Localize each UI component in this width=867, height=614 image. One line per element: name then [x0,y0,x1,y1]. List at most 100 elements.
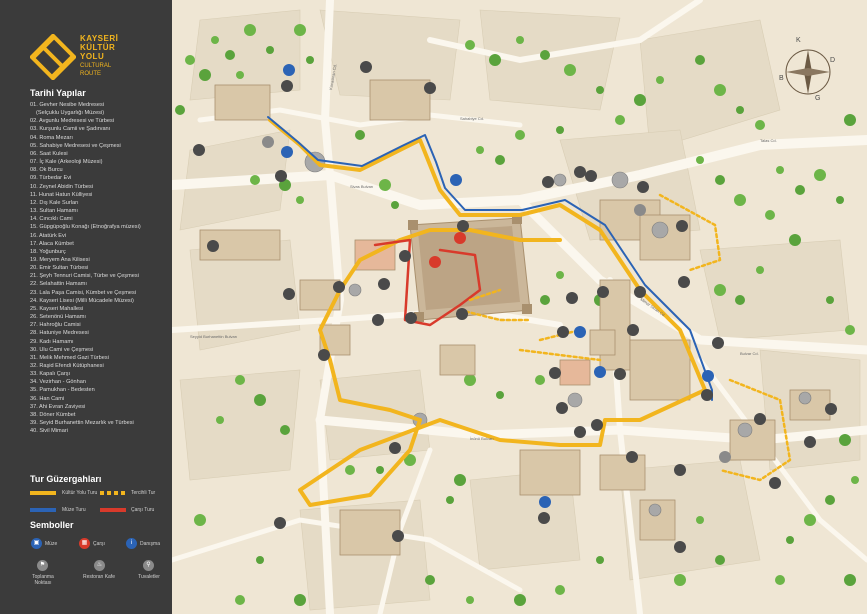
site-marker-badge[interactable] [392,530,404,542]
site-marker-badge[interactable] [566,292,578,304]
toilet-icon[interactable] [262,136,274,148]
site-marker[interactable] [378,278,390,290]
site-marker-badge[interactable] [637,181,649,193]
museum-icon[interactable] [283,64,295,76]
site-marker-badge[interactable] [769,477,781,489]
site-marker-badge[interactable] [542,176,554,188]
site-marker[interactable] [193,144,205,156]
site-marker-badge[interactable] [676,220,688,232]
site-marker[interactable] [557,326,569,338]
site-marker[interactable] [804,436,816,448]
site-marker-badge[interactable] [574,426,586,438]
site-marker-badge[interactable] [626,451,638,463]
bazaar-icon[interactable] [429,256,441,268]
site-marker[interactable] [542,176,554,188]
site-marker-badge[interactable] [457,220,469,232]
site-marker-badge[interactable] [574,166,586,178]
site-marker-badge[interactable] [678,276,690,288]
site-marker[interactable] [389,442,401,454]
site-marker-badge[interactable] [591,419,603,431]
site-marker[interactable] [678,276,690,288]
site-marker-badge[interactable] [281,80,293,92]
site-marker[interactable] [556,402,568,414]
museum-icon[interactable] [574,326,586,338]
site-marker-badge[interactable] [275,170,287,182]
site-marker-badge[interactable] [399,250,411,262]
museum-icon[interactable] [594,366,606,378]
site-marker[interactable] [281,80,293,92]
site-marker[interactable] [283,288,295,300]
site-marker-badge[interactable] [674,541,686,553]
site-marker[interactable] [674,541,686,553]
site-marker[interactable] [674,464,686,476]
site-marker[interactable] [538,512,550,524]
site-marker-badge[interactable] [538,512,550,524]
site-marker-badge[interactable] [585,170,597,182]
site-marker[interactable] [701,389,713,401]
site-marker-badge[interactable] [456,308,468,320]
info-icon[interactable] [450,174,462,186]
site-marker[interactable] [769,477,781,489]
site-marker-badge[interactable] [614,368,626,380]
site-marker[interactable] [275,170,287,182]
site-marker-badge[interactable] [674,464,686,476]
site-marker-badge[interactable] [597,286,609,298]
site-marker[interactable] [597,286,609,298]
site-marker-badge[interactable] [557,326,569,338]
site-marker-badge[interactable] [405,312,417,324]
site-marker[interactable] [566,292,578,304]
site-marker-badge[interactable] [333,281,345,293]
site-marker-badge[interactable] [549,367,561,379]
site-marker[interactable] [274,517,286,529]
site-marker[interactable] [574,166,586,178]
site-marker[interactable] [591,419,603,431]
site-marker-badge[interactable] [556,402,568,414]
site-marker[interactable] [627,324,639,336]
site-marker[interactable] [585,170,597,182]
site-marker-badge[interactable] [274,517,286,529]
site-marker-badge[interactable] [378,278,390,290]
bazaar-icon[interactable] [454,232,466,244]
site-marker[interactable] [405,312,417,324]
info-icon[interactable] [702,370,714,382]
site-marker-badge[interactable] [193,144,205,156]
toilet-icon[interactable] [719,451,731,463]
site-marker-badge[interactable] [283,288,295,300]
site-marker[interactable] [333,281,345,293]
site-marker[interactable] [207,240,219,252]
site-marker-badge[interactable] [372,314,384,326]
site-marker-badge[interactable] [634,286,646,298]
site-marker-badge[interactable] [424,82,436,94]
site-marker[interactable] [549,367,561,379]
site-marker[interactable] [574,426,586,438]
museum-icon[interactable] [539,496,551,508]
site-marker-badge[interactable] [207,240,219,252]
site-marker[interactable] [626,451,638,463]
site-marker[interactable] [754,413,766,425]
site-marker-badge[interactable] [754,413,766,425]
site-marker-badge[interactable] [389,442,401,454]
site-marker-badge[interactable] [701,389,713,401]
site-marker[interactable] [825,403,837,415]
site-marker[interactable] [712,337,724,349]
site-marker[interactable] [372,314,384,326]
city-map[interactable]: Sivas Bulvarı Talas Cd. Kocasinan Cd. Sa… [172,0,867,614]
site-marker-badge[interactable] [318,349,330,361]
site-marker[interactable] [318,349,330,361]
site-marker-badge[interactable] [804,436,816,448]
site-marker[interactable] [424,82,436,94]
site-marker-badge[interactable] [712,337,724,349]
site-marker[interactable] [457,220,469,232]
site-marker[interactable] [360,61,372,73]
info-icon[interactable] [281,146,293,158]
site-marker[interactable] [456,308,468,320]
site-marker[interactable] [614,368,626,380]
site-marker-badge[interactable] [627,324,639,336]
site-marker[interactable] [399,250,411,262]
restaurant-icon[interactable] [634,204,646,216]
site-marker[interactable] [392,530,404,542]
site-marker[interactable] [676,220,688,232]
site-marker-badge[interactable] [825,403,837,415]
site-marker[interactable] [634,286,646,298]
site-marker-badge[interactable] [360,61,372,73]
